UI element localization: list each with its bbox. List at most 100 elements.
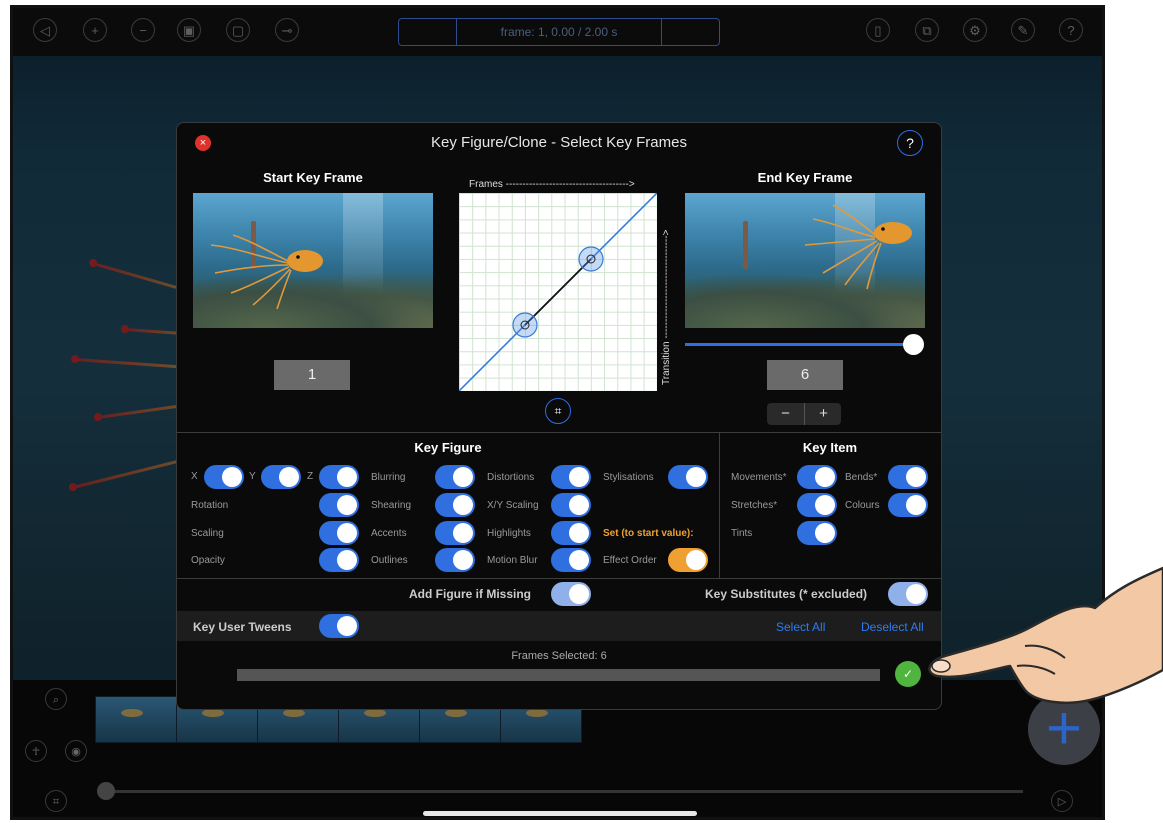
help-button[interactable]: ? — [897, 130, 923, 156]
effect-order-label: Effect Order — [603, 555, 657, 566]
motion-blur-toggle[interactable] — [551, 548, 591, 572]
increment-button[interactable]: + — [804, 403, 842, 425]
end-handle[interactable] — [578, 246, 604, 272]
key-substitutes-label: Key Substitutes (* excluded) — [705, 587, 868, 601]
back-icon[interactable]: ◁ — [33, 18, 57, 42]
key-icon[interactable]: ⊸ — [275, 18, 299, 42]
pointing-hand-icon — [928, 566, 1163, 704]
timeline-track[interactable] — [103, 790, 1023, 793]
export-icon[interactable]: ⧉ — [915, 18, 939, 42]
key-item-heading: Key Item — [802, 440, 858, 455]
scaling-toggle[interactable] — [319, 521, 359, 545]
key-user-tweens-toggle[interactable] — [319, 614, 359, 638]
accents-toggle[interactable] — [435, 521, 475, 545]
tints-label: Tints — [731, 528, 753, 539]
movements-toggle[interactable] — [797, 465, 837, 489]
end-frame-slider[interactable] — [685, 343, 905, 346]
selection-progress-bar — [237, 669, 880, 681]
end-frame-preview — [685, 193, 925, 328]
figure-icon[interactable]: ▣ — [177, 18, 201, 42]
outlines-toggle[interactable] — [435, 548, 475, 572]
colours-label: Colours — [845, 500, 880, 511]
x-toggle[interactable] — [204, 465, 244, 489]
home-indicator — [423, 811, 697, 816]
start-key-frame-heading: Start Key Frame — [263, 170, 363, 185]
start-handle[interactable] — [512, 312, 538, 338]
stylisations-toggle[interactable] — [668, 465, 708, 489]
opacity-label: Opacity — [191, 555, 225, 566]
highlights-label: Highlights — [487, 528, 531, 539]
start-frame-preview — [193, 193, 433, 328]
z-label: Z — [307, 471, 314, 482]
octopus-icon — [804, 204, 912, 290]
distortions-label: Distortions — [487, 472, 535, 483]
tools-icon[interactable]: ✎ — [1011, 18, 1035, 42]
fit-button[interactable]: ⌗ — [545, 398, 571, 424]
stretches-label: Stretches* — [731, 500, 778, 511]
shearing-label: Shearing — [371, 500, 412, 511]
help-icon[interactable]: ? — [1059, 18, 1083, 42]
decrement-button[interactable]: − — [767, 403, 804, 425]
dialog-title: Key Figure/Clone - Select Key Frames — [431, 134, 687, 151]
add-icon[interactable]: + — [83, 18, 107, 42]
xy-scaling-label: X/Y Scaling — [487, 500, 539, 511]
shearing-toggle[interactable] — [435, 493, 475, 517]
divider — [177, 578, 941, 579]
stylisations-label: Stylisations — [603, 472, 654, 483]
select-all-link[interactable]: Select All — [776, 620, 825, 634]
remove-icon[interactable]: − — [131, 18, 155, 42]
z-toggle[interactable] — [319, 465, 359, 489]
end-key-frame-heading: End Key Frame — [757, 170, 853, 185]
play-icon[interactable]: ▷ — [1051, 790, 1073, 812]
outlines-label: Outlines — [371, 555, 408, 566]
motion-blur-label: Motion Blur — [487, 555, 538, 566]
xy-scaling-toggle[interactable] — [551, 493, 591, 517]
rotation-toggle[interactable] — [319, 493, 359, 517]
stretches-toggle[interactable] — [797, 493, 837, 517]
effect-order-toggle[interactable] — [668, 548, 708, 572]
add-figure-label: Add Figure if Missing — [409, 587, 531, 601]
frame-readout[interactable]: frame: 1, 0.00 / 2.00 s — [398, 18, 720, 46]
highlights-toggle[interactable] — [551, 521, 591, 545]
set-start-value-label: Set (to start value): — [603, 528, 694, 539]
key-user-tweens-label: Key User Tweens — [193, 620, 292, 634]
bends-toggle[interactable] — [888, 465, 928, 489]
clipboard-icon[interactable]: ▯ — [866, 18, 890, 42]
frame-thumbnail[interactable] — [95, 696, 177, 743]
layers-icon[interactable]: ▢ — [226, 18, 250, 42]
settings-icon[interactable]: ⚙ — [963, 18, 987, 42]
accents-label: Accents — [371, 528, 407, 539]
divider — [177, 432, 941, 433]
rotation-label: Rotation — [191, 500, 229, 511]
zoom-icon[interactable]: ⌕ — [45, 688, 67, 710]
colours-toggle[interactable] — [888, 493, 928, 517]
distortions-toggle[interactable] — [551, 465, 591, 489]
scaling-label: Scaling — [191, 528, 224, 539]
end-frame-slider-knob[interactable] — [903, 334, 924, 355]
octopus-icon — [210, 234, 323, 310]
graph-x-label: Frames ---------------------------------… — [469, 179, 635, 190]
fit-icon[interactable]: ⌗ — [45, 790, 67, 812]
graph-y-label: Transition -----------------------------… — [661, 229, 672, 385]
transition-graph[interactable] — [459, 193, 657, 391]
color-icon[interactable]: ◉ — [65, 740, 87, 762]
end-frame-stepper: − + — [767, 403, 841, 425]
opacity-toggle[interactable] — [319, 548, 359, 572]
x-label: X — [191, 471, 198, 482]
top-toolbar: ◁ + − ▣ ▢ ⊸ frame: 1, 0.00 / 2.00 s ▯ ⧉ … — [13, 8, 1102, 56]
y-label: Y — [249, 471, 256, 482]
y-toggle[interactable] — [261, 465, 301, 489]
key-figure-heading: Key Figure — [414, 440, 482, 455]
key-frames-dialog: × Key Figure/Clone - Select Key Frames ?… — [176, 122, 942, 710]
timeline-knob[interactable] — [97, 782, 115, 800]
figure-walk-icon[interactable]: ☥ — [25, 740, 47, 762]
add-figure-toggle[interactable] — [551, 582, 591, 606]
start-frame-field[interactable]: 1 — [274, 360, 350, 390]
blurring-toggle[interactable] — [435, 465, 475, 489]
tints-toggle[interactable] — [797, 521, 837, 545]
bends-label: Bends* — [845, 472, 878, 483]
blurring-label: Blurring — [371, 472, 406, 483]
frames-selected-label: Frames Selected: 6 — [511, 650, 607, 662]
end-frame-field[interactable]: 6 — [767, 360, 843, 390]
movements-label: Movements* — [731, 472, 787, 483]
